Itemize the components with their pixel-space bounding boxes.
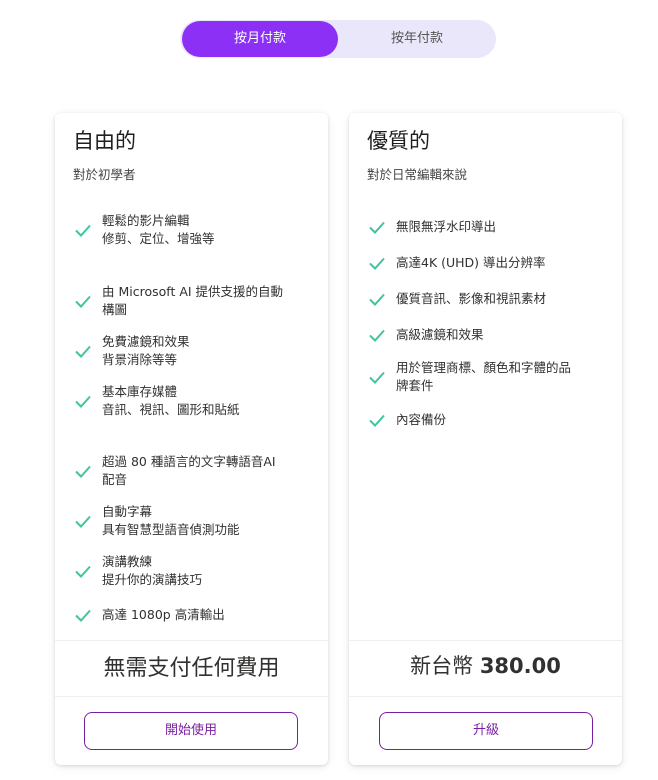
get-started-button[interactable]: 開始使用 <box>84 712 298 750</box>
check-icon <box>369 329 385 342</box>
feature-item: 超過 80 種語言的文字轉語音AI 配音 <box>73 453 318 489</box>
monthly-billing-option[interactable]: 按月付款 <box>182 21 338 57</box>
feature-item: 內容備份 <box>367 410 612 430</box>
divider <box>55 696 328 697</box>
feature-line: 超過 80 種語言的文字轉語音AI <box>102 454 276 469</box>
feature-line: 配音 <box>102 472 128 487</box>
feature-line: 內容備份 <box>396 412 447 427</box>
feature-line: 無限無浮水印導出 <box>396 219 497 234</box>
feature-line: 用於管理商標、顏色和字體的品 <box>396 360 572 375</box>
check-icon <box>75 295 91 308</box>
feature-item: 免費濾鏡和效果 背景消除等等 <box>73 333 318 369</box>
check-icon <box>75 465 91 478</box>
feature-line: 由 Microsoft AI 提供支援的自動 <box>102 284 284 299</box>
feature-line: 高達4K (UHD) 導出分辨率 <box>396 255 546 270</box>
feature-item: 由 Microsoft AI 提供支援的自動 構圖 <box>73 283 318 319</box>
check-icon <box>369 371 385 384</box>
feature-line: 音訊、視訊、圖形和貼紙 <box>102 402 240 417</box>
feature-list: 輕鬆的影片編輯修剪、定位、增強等 由 Microsoft AI 提供支援的自動構… <box>73 113 318 633</box>
plan-price: 新台幣 380.00 <box>349 650 622 680</box>
check-icon <box>75 345 91 358</box>
feature-item: 用於管理商標、顏色和字體的品 牌套件 <box>367 359 612 395</box>
feature-line: 高級濾鏡和效果 <box>396 327 484 342</box>
check-icon <box>369 414 385 427</box>
feature-line: 自動字幕 <box>102 504 153 519</box>
upgrade-button[interactable]: 升級 <box>379 712 593 750</box>
feature-item: 基本庫存媒體音訊、視訊、圖形和貼紙 <box>73 383 318 419</box>
feature-item: 高達4K (UHD) 導出分辨率 <box>367 253 612 273</box>
feature-line: 背景消除等等 <box>102 352 178 367</box>
price-currency: 新台幣 <box>410 654 474 678</box>
check-icon <box>75 395 91 408</box>
feature-line: 提升你的演講技巧 <box>102 572 203 587</box>
feature-item: 高級濾鏡和效果 <box>367 325 612 345</box>
feature-line: 牌套件 <box>396 378 434 393</box>
price-amount: 380.00 <box>479 654 561 678</box>
divider <box>349 696 622 697</box>
feature-line: 輕鬆的影片編輯 <box>102 213 190 228</box>
yearly-billing-option[interactable]: 按年付款 <box>338 20 496 58</box>
feature-list: 無限無浮水印導出 高達4K (UHD) 導出分辨率 優質音訊、影像和視訊素材 高… <box>367 113 612 633</box>
check-icon <box>75 224 91 237</box>
plan-card-premium: 優質的 對於日常編輯來說 無限無浮水印導出 高達4K (UHD) 導出分辨率 優… <box>349 113 622 765</box>
feature-line: 優質音訊、影像和視訊素材 <box>396 291 547 306</box>
divider <box>349 640 622 641</box>
divider <box>55 640 328 641</box>
feature-item: 輕鬆的影片編輯修剪、定位、增強等 <box>73 212 318 248</box>
feature-line: 免費濾鏡和效果 <box>102 334 190 349</box>
check-icon <box>75 609 91 622</box>
feature-item: 自動字幕具有智慧型語音偵測功能 <box>73 503 318 539</box>
feature-line: 基本庫存媒體 <box>102 384 178 399</box>
feature-line: 構圖 <box>102 302 128 317</box>
check-icon <box>369 293 385 306</box>
feature-item: 優質音訊、影像和視訊素材 <box>367 289 612 309</box>
feature-item: 高達 1080p 高清輸出 <box>73 605 318 625</box>
billing-period-toggle: 按月付款 按年付款 <box>180 20 496 58</box>
feature-item: 演講教練提升你的演講技巧 <box>73 553 318 589</box>
plan-card-free: 自由的 對於初學者 輕鬆的影片編輯 修剪、定位、增強等 由 Microsoft A… <box>55 113 328 765</box>
plan-price: 無需支付任何費用 <box>103 656 280 681</box>
feature-line: 具有智慧型語音偵測功能 <box>102 522 240 537</box>
check-icon <box>75 515 91 528</box>
feature-line: 修剪、定位、增強等 <box>102 231 215 246</box>
check-icon <box>369 257 385 270</box>
feature-line: 演講教練 <box>102 554 153 569</box>
feature-line: 高達 1080p 高清輸出 <box>102 607 225 622</box>
check-icon <box>75 565 91 578</box>
feature-item: 無限無浮水印導出 <box>367 217 612 237</box>
check-icon <box>369 221 385 234</box>
